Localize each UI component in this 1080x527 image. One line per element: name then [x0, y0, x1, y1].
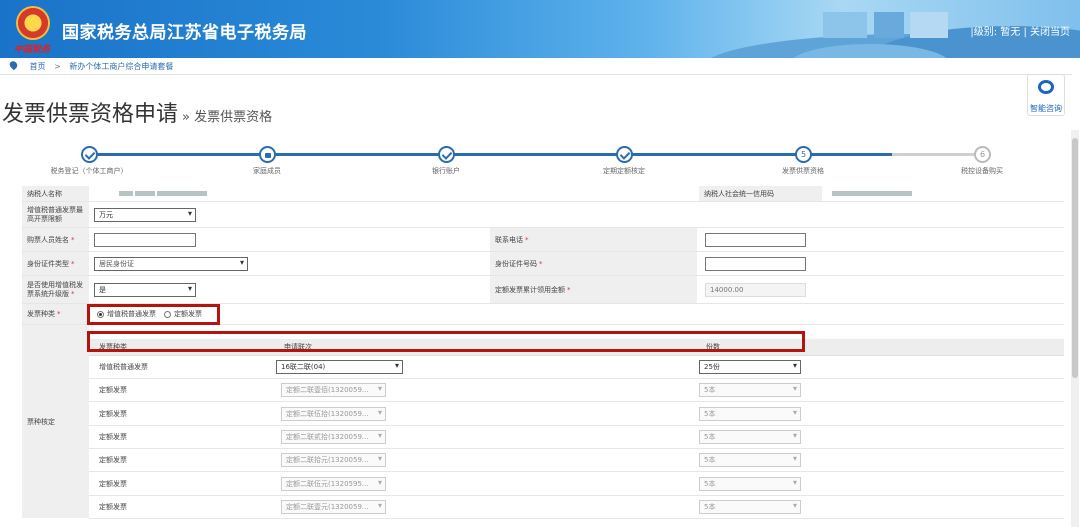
step-5-icon[interactable]: 5 — [795, 146, 812, 163]
taxpayer-name-value — [114, 186, 264, 201]
ticket-section-label: 票种核定 — [22, 325, 89, 518]
id-type-label: 身份证件类型 * — [22, 252, 89, 275]
step-1-icon[interactable] — [81, 146, 98, 163]
divider — [0, 74, 1072, 75]
step-label[interactable]: 银行账户 — [432, 166, 460, 176]
copies-select: 定额二联贰拾(1320059... — [281, 429, 386, 444]
smart-consult-label: 智能咨询 — [1030, 104, 1062, 113]
form-row: 增值税普通发票最高开票限额 万元 — [22, 202, 1064, 228]
header-decoration — [823, 12, 867, 38]
smart-consult-button[interactable]: 智能咨询 — [1027, 74, 1065, 116]
quantity-select: 5本 — [699, 383, 801, 398]
page-subtitle: » 发票供票资格 — [182, 110, 273, 125]
credit-code-value — [827, 186, 977, 201]
ticket-table: 发票种类申请联次份数增值税普通发票16联二联(04)25份定额发票定额二联壹佰(… — [89, 325, 1064, 519]
step-label[interactable]: 定期定额核定 — [603, 166, 645, 176]
breadcrumb-separator: > — [54, 62, 61, 71]
header-decoration — [874, 12, 904, 38]
step-3-icon[interactable] — [438, 146, 455, 163]
id-number-input[interactable] — [705, 257, 806, 271]
breadcrumb-current[interactable]: 新办个体工商户综合申请套餐 — [69, 62, 173, 71]
invoice-kind-cell: 增值税普通发票 — [99, 363, 148, 371]
header-decoration — [910, 12, 948, 38]
quantity-select: 5本 — [699, 476, 801, 491]
table-row: 定额发票 定额二联伍元(1320595... 5本 — [89, 473, 1064, 496]
highlight-box — [87, 304, 220, 325]
quantity-select: 5本 — [699, 453, 801, 468]
id-number-label: 身份证件号码 * — [490, 252, 697, 275]
ticket-section: 票种核定 发票种类申请联次份数增值税普通发票16联二联(04)25份定额发票定额… — [22, 325, 1064, 519]
table-row: 增值税普通发票 16联二联(04) 25份 — [89, 356, 1064, 379]
step-label[interactable]: 税控设备购买 — [961, 166, 1003, 176]
form-row: 纳税人名称 纳税人社会统一信用码 — [22, 186, 1064, 202]
application-form: 纳税人名称 纳税人社会统一信用码 增值税普通发票最高开票限额 万元 购票人员姓名… — [22, 186, 1064, 519]
id-type-select[interactable]: 居民身份证 — [94, 257, 248, 271]
stepper-progress-line — [89, 153, 892, 156]
scrollbar-thumb[interactable] — [1072, 138, 1078, 378]
table-row: 定额发票 定额二联壹元(1320059... 5本 — [89, 496, 1064, 519]
buyer-name-label: 购票人员姓名 * — [22, 228, 89, 251]
step-label[interactable]: 家庭成员 — [253, 166, 281, 176]
table-row: 定额发票 定额二联伍拾(1320059... 5本 — [89, 403, 1064, 426]
invoice-kind-cell: 定额发票 — [99, 479, 127, 488]
site-header: 中国税务 国家税务总局江苏省电子税务局 |级别: 暂无 | 关闭当页 — [0, 0, 1080, 58]
step-label[interactable]: 发票供票资格 — [782, 166, 824, 176]
location-pin-icon — [8, 59, 19, 71]
copies-select[interactable]: 16联二联(04) — [276, 360, 403, 374]
cumulative-label: 定额发票累计领用金额 * — [490, 276, 697, 303]
page-title-text: 发票供票资格申请 — [2, 102, 179, 127]
quantity-select: 5本 — [699, 429, 801, 444]
invoice-kind-cell: 定额发票 — [99, 456, 127, 465]
step-4-icon[interactable] — [616, 146, 633, 163]
phone-input[interactable] — [705, 233, 806, 247]
max-amount-label: 增值税普通发票最高开票限额 — [22, 202, 89, 227]
use-system-label: 是否使用增值税发票系统升级版 * — [22, 276, 89, 303]
page-title: 发票供票资格申请» 发票供票资格 — [2, 96, 272, 128]
step-label[interactable]: 税务登记（个体工商户） — [51, 166, 128, 176]
quantity-select[interactable]: 25份 — [699, 360, 801, 374]
invoice-kind-cell: 定额发票 — [99, 502, 127, 511]
invoice-kind-cell: 定额发票 — [99, 409, 127, 418]
form-row: 购票人员姓名 * 联系电话 * — [22, 228, 1064, 252]
phone-label: 联系电话 * — [490, 228, 697, 251]
quantity-select: 5本 — [699, 406, 801, 421]
form-row: 身份证件类型* 居民身份证 身份证件号码* — [22, 252, 1064, 276]
copies-select: 定额二联伍拾(1320059... — [281, 406, 386, 421]
step-2-icon[interactable] — [259, 146, 276, 163]
table-row: 定额发票 定额二联拾元(1320059... 5本 — [89, 449, 1064, 473]
copies-select: 定额二联伍元(1320595... — [281, 476, 386, 491]
buyer-name-input[interactable] — [94, 233, 196, 247]
site-title: 国家税务总局江苏省电子税务局 — [62, 23, 307, 43]
highlight-box — [87, 331, 805, 352]
taxpayer-name-label: 纳税人名称 — [22, 186, 89, 201]
scrollbar[interactable] — [1071, 130, 1079, 527]
table-row: 定额发票 定额二联贰拾(1320059... 5本 — [89, 426, 1064, 449]
step-6-icon[interactable]: 6 — [974, 146, 991, 163]
breadcrumb-home[interactable]: 首页 — [30, 62, 46, 71]
table-row: 定额发票 定额二联壹佰(1320059... 5本 — [89, 379, 1064, 403]
quantity-select: 5本 — [699, 499, 801, 514]
breadcrumb: 首页 > 新办个体工商户综合申请套餐 — [8, 59, 173, 72]
headset-icon — [1038, 80, 1054, 94]
stepper-remaining-line — [892, 153, 982, 156]
invoice-kind-label: 发票种类 * — [22, 304, 89, 324]
invoice-kind-cell: 定额发票 — [99, 386, 127, 395]
tax-emblem-icon — [16, 6, 50, 40]
emblem-text: 中国税务 — [14, 45, 51, 55]
copies-select: 定额二联壹元(1320059... — [281, 499, 386, 514]
invoice-kind-cell: 定额发票 — [99, 432, 127, 441]
max-amount-select[interactable]: 万元 — [94, 208, 196, 222]
cumulative-amount-input: 14000.00 — [705, 283, 806, 297]
copies-select: 定额二联壹佰(1320059... — [281, 383, 386, 398]
use-system-select[interactable]: 是 — [94, 283, 196, 297]
copies-select: 定额二联拾元(1320059... — [281, 453, 386, 468]
header-links[interactable]: |级别: 暂无 | 关闭当页 — [970, 23, 1070, 38]
form-row: 是否使用增值税发票系统升级版* 是 定额发票累计领用金额* 14000.00 — [22, 276, 1064, 304]
credit-code-label: 纳税人社会统一信用码 — [699, 186, 822, 201]
